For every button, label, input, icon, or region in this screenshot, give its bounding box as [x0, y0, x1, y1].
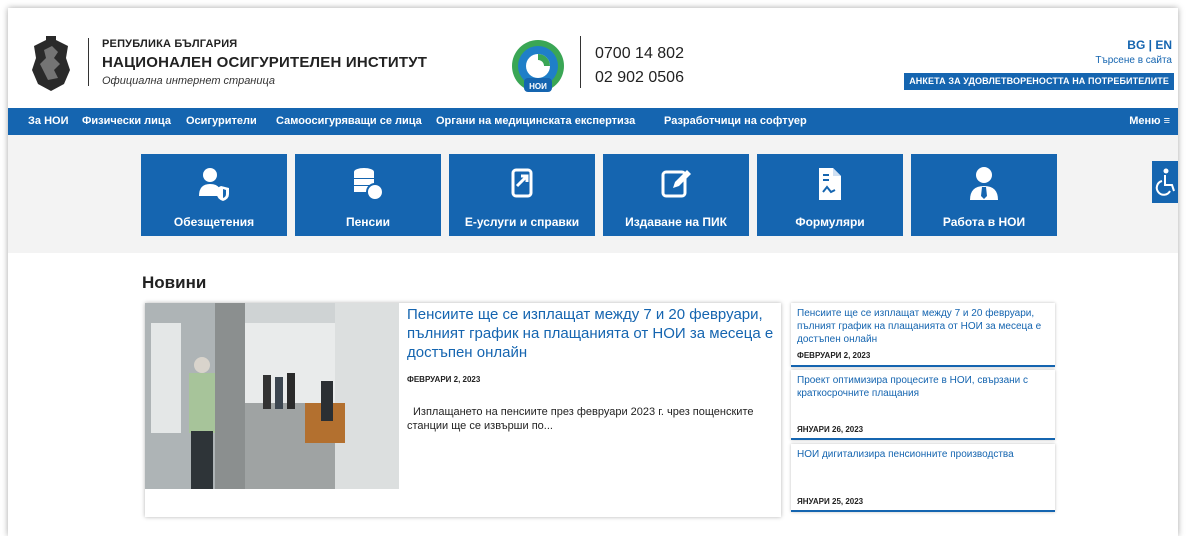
phone-divider [580, 36, 581, 88]
tile-pik[interactable]: Издаване на ПИК [603, 154, 749, 236]
site-search-link[interactable]: Търсене в сайта [1095, 55, 1172, 66]
coins-icon [354, 168, 383, 201]
featured-news-title[interactable]: Пенсиите ще се изплащат между 7 и 20 фев… [407, 305, 777, 362]
tile-pensions[interactable]: Пенсии [295, 154, 441, 236]
user-shield-icon [199, 168, 229, 201]
coat-of-arms-icon [32, 36, 70, 91]
tile-label: Издаване на ПИК [625, 215, 727, 229]
tile-label: Обезщетения [173, 215, 255, 229]
side-news-title[interactable]: Проект оптимизира процесите в НОИ, свърз… [797, 374, 1049, 400]
org-name-block[interactable]: РЕПУБЛИКА БЪЛГАРИЯ НАЦИОНАЛЕН ОСИГУРИТЕЛ… [102, 38, 427, 87]
side-news-date: ЯНУАРИ 25, 2023 [797, 497, 864, 506]
featured-news-excerpt: Изплащането на пенсиите през февруари 20… [407, 406, 754, 432]
nav-item-insurers[interactable]: Осигурители [186, 108, 257, 135]
accessibility-button[interactable] [1152, 161, 1178, 203]
noi-logo-text: НОИ [529, 82, 547, 91]
country-name: РЕПУБЛИКА БЪЛГАРИЯ [102, 38, 238, 50]
lang-bg-link[interactable]: BG [1127, 38, 1145, 52]
wheelchair-icon [1155, 168, 1175, 196]
menu-button[interactable]: Меню ≡ [1129, 108, 1170, 135]
language-switcher: BG | EN [1127, 38, 1172, 52]
nav-item-self-insured[interactable]: Самоосигуряващи се лица [276, 108, 422, 135]
side-news-item[interactable]: Пенсиите ще се изплащат между 7 и 20 фев… [791, 303, 1055, 367]
side-news-item[interactable]: Проект оптимизира процесите в НОИ, свърз… [791, 370, 1055, 440]
tablet-login-icon [511, 168, 533, 198]
side-news-title[interactable]: Пенсиите ще се изплащат между 7 и 20 фев… [797, 307, 1049, 346]
nav-item-developers[interactable]: Разработчици на софтуер [664, 108, 807, 135]
header-divider [88, 38, 89, 86]
document-icon [819, 168, 841, 200]
side-news-date: ЯНУАРИ 26, 2023 [797, 425, 864, 434]
tile-label: Формуляри [795, 215, 865, 229]
side-news-title[interactable]: НОИ дигитализира пенсионните производств… [797, 448, 1049, 461]
nav-item-medical-expertise[interactable]: Органи на медицинската експертиза [436, 108, 635, 135]
official-site-caption: Официална интернет страница [102, 75, 276, 87]
tile-careers[interactable]: Работа в НОИ [911, 154, 1057, 236]
phone-numbers: 0700 14 802 02 902 0506 [595, 42, 684, 90]
tile-benefits[interactable]: Обезщетения [141, 154, 287, 236]
lang-en-link[interactable]: EN [1155, 38, 1172, 52]
survey-button[interactable]: АНКЕТА ЗА УДОВЛЕТВОРЕНОСТТА НА ПОТРЕБИТЕ… [904, 73, 1174, 90]
phone-1[interactable]: 0700 14 802 [595, 42, 684, 66]
edit-icon [661, 170, 691, 198]
quick-links-band: Обезщетения Пенсии Е-услуги и справки Из… [8, 135, 1178, 253]
main-navigation: За НОИ Физически лица Осигурители Самоос… [8, 108, 1178, 135]
featured-news-date: ФЕВРУАРИ 2, 2023 [407, 375, 481, 384]
news-heading: Новини [142, 273, 207, 292]
nav-item-individuals[interactable]: Физически лица [82, 108, 171, 135]
noi-logo-icon[interactable]: НОИ [508, 38, 568, 98]
user-tie-icon [970, 167, 998, 200]
tile-label: Работа в НОИ [942, 215, 1026, 229]
browser-page: РЕПУБЛИКА БЪЛГАРИЯ НАЦИОНАЛЕН ОСИГУРИТЕЛ… [8, 8, 1178, 536]
lang-separator: | [1148, 38, 1152, 52]
site-header: РЕПУБЛИКА БЪЛГАРИЯ НАЦИОНАЛЕН ОСИГУРИТЕЛ… [8, 8, 1178, 108]
phone-2[interactable]: 02 902 0506 [595, 66, 684, 90]
tile-e-services[interactable]: Е-услуги и справки [449, 154, 595, 236]
featured-news-card[interactable]: Пенсиите ще се изплащат между 7 и 20 фев… [145, 303, 781, 517]
institute-name: НАЦИОНАЛЕН ОСИГУРИТЕЛЕН ИНСТИТУТ [102, 54, 428, 71]
tile-label: Пенсии [346, 215, 390, 229]
featured-news-photo[interactable] [145, 303, 399, 489]
tile-forms[interactable]: Формуляри [757, 154, 903, 236]
tile-label: Е-услуги и справки [464, 215, 580, 229]
side-news-date: ФЕВРУАРИ 2, 2023 [797, 351, 871, 360]
side-news-item[interactable]: НОИ дигитализира пенсионните производств… [791, 444, 1055, 512]
nav-item-about[interactable]: За НОИ [28, 108, 68, 135]
